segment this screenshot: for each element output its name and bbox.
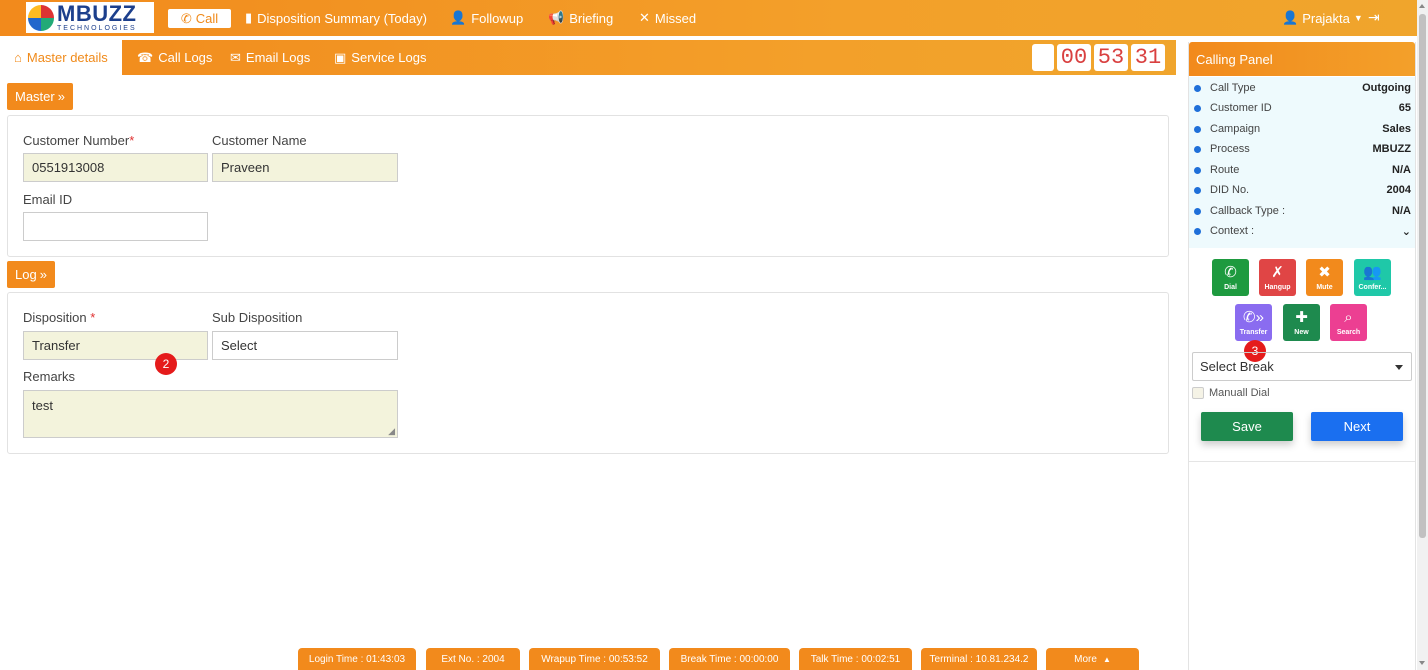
logo-subtitle: TECHNOLOGIES (57, 25, 137, 32)
tab-email-logs[interactable]: ✉ Email Logs (230, 40, 310, 75)
master-section-toggle[interactable]: Master » (7, 83, 73, 110)
user-name: Prajakta (1302, 10, 1350, 26)
clipboard-icon: ▮ (245, 10, 253, 25)
brand-logo[interactable]: MBUZZ TECHNOLOGIES (26, 2, 154, 33)
call-info-row: Route N/A (1189, 160, 1415, 180)
caret-down-icon (1395, 365, 1403, 370)
more-button[interactable]: More ▲ (1046, 648, 1139, 670)
user-plus-icon: 👤 (450, 10, 467, 25)
customer-number-label: Customer Number* (23, 133, 135, 148)
hangup-button[interactable]: ✗ Hangup (1259, 259, 1296, 296)
remarks-textarea[interactable]: test ◢ (23, 390, 398, 438)
save-button[interactable]: Save (1201, 412, 1293, 441)
dial-button[interactable]: ✆ Dial (1212, 259, 1249, 296)
timer-minutes: 00 (1057, 44, 1091, 71)
chevron-down-icon[interactable]: ⌄ (1402, 225, 1411, 238)
disposition-select[interactable]: Transfer (23, 331, 208, 360)
double-chevron-right-icon: » (57, 89, 65, 104)
tab-service-logs[interactable]: ▣ Service Logs (334, 40, 426, 75)
phone-volume-icon: ✆ (180, 10, 192, 26)
user-menu[interactable]: 👤 Prajakta ▼ (1282, 10, 1363, 26)
caret-up-icon: ▲ (1102, 654, 1111, 664)
call-info-list: Call Type Outgoing Customer ID 65 Campaign… (1189, 77, 1415, 248)
customer-name-label: Customer Name (212, 133, 307, 148)
status-terminal: Terminal : 10.81.234.2 (921, 648, 1037, 670)
remarks-label: Remarks (23, 369, 76, 384)
call-info-row: Customer ID 65 (1189, 98, 1415, 118)
logo-name: MBUZZ (57, 1, 137, 26)
nav-followup[interactable]: 👤 Followup (450, 10, 523, 26)
home-icon: ⌂ (14, 50, 22, 65)
call-info-row: Callback Type : N/A (1189, 201, 1415, 221)
timer-seconds-2: 31 (1131, 44, 1165, 71)
new-button[interactable]: ✚ New (1283, 304, 1320, 341)
customer-name-field[interactable]: Praveen (212, 153, 398, 182)
tab-call-logs[interactable]: ☎ Call Logs (137, 40, 212, 75)
megaphone-icon: 📢 (548, 10, 565, 25)
status-ext-no: Ext No. : 2004 (426, 648, 520, 670)
globe-logo-icon (28, 4, 54, 31)
manual-dial-label: Manuall Dial (1209, 387, 1270, 399)
user-icon: 👤 (1282, 10, 1299, 25)
phone-square-icon: ☎ (137, 49, 154, 65)
sub-disposition-select[interactable]: Select (212, 331, 398, 360)
next-button[interactable]: Next (1311, 412, 1403, 441)
call-info-row: DID No. 2004 (1189, 180, 1415, 200)
timer-seconds: 53 (1094, 44, 1128, 71)
email-field[interactable] (23, 212, 208, 241)
search-button[interactable]: ⌕ Search (1330, 304, 1367, 341)
step-badge-2: 2 (155, 353, 177, 375)
call-button[interactable]: ✆ Call (168, 9, 231, 28)
nav-missed[interactable]: ✕ Missed (639, 10, 696, 26)
caret-down-icon: ▼ (1353, 13, 1363, 23)
double-chevron-right-icon: » (39, 267, 47, 282)
status-talk-time: Talk Time : 00:02:51 (799, 648, 912, 670)
sub-disposition-label: Sub Disposition (212, 310, 303, 325)
conference-button[interactable]: 👥 Confer... (1354, 259, 1391, 296)
scroll-down-arrow-icon[interactable] (1419, 661, 1425, 665)
tab-bar: ⌂ Master details ☎ Call Logs ✉ Email Log… (0, 40, 1176, 75)
timer-hours (1032, 44, 1054, 71)
plus-icon: ✚ (1295, 308, 1308, 326)
nav-briefing[interactable]: 📢 Briefing (548, 10, 613, 26)
resize-handle-icon[interactable]: ◢ (388, 426, 395, 437)
scrollbar-thumb[interactable] (1419, 14, 1426, 538)
tab-master-details[interactable]: ⌂ Master details (0, 40, 122, 75)
manual-dial-checkbox[interactable] (1192, 387, 1204, 399)
divider (1189, 461, 1415, 462)
email-label: Email ID (23, 192, 73, 207)
call-label: Call (195, 11, 219, 26)
conference-icon: 👥 (1363, 263, 1382, 281)
call-info-row: Process MBUZZ (1189, 139, 1415, 159)
status-login-time: Login Time : 01:43:03 (298, 648, 416, 670)
transfer-icon: ✆» (1243, 308, 1264, 326)
service-icon: ▣ (334, 49, 347, 65)
call-timer: 00 53 31 (1032, 44, 1165, 71)
call-info-row: Call Type Outgoing (1189, 78, 1415, 98)
status-wrapup-time: Wrapup Time : 00:53:52 (529, 648, 660, 670)
status-break-time: Break Time : 00:00:00 (669, 648, 790, 670)
call-info-row: Campaign Sales (1189, 119, 1415, 139)
nav-disposition-summary[interactable]: ▮ Disposition Summary (Today) (245, 10, 427, 26)
calling-panel-title: Calling Panel (1189, 42, 1415, 76)
mute-icon: ✖ (1318, 263, 1331, 281)
customer-number-field[interactable]: 0551913008 (23, 153, 208, 182)
phone-icon: ✆ (1224, 263, 1237, 281)
scroll-up-arrow-icon[interactable] (1419, 4, 1425, 8)
transfer-button[interactable]: ✆» Transfer (1235, 304, 1272, 341)
hangup-icon: ✗ (1271, 263, 1284, 281)
logout-icon[interactable]: ⇥ (1368, 9, 1380, 26)
disposition-label: Disposition * (23, 310, 96, 325)
search-icon: ⌕ (1344, 308, 1353, 326)
context-row[interactable]: Context : ⌄ (1189, 221, 1415, 241)
select-break-dropdown[interactable]: Select Break (1192, 352, 1412, 381)
missed-call-icon: ✕ (639, 10, 650, 25)
log-section-toggle[interactable]: Log » (7, 261, 55, 288)
mute-button[interactable]: ✖ Mute (1306, 259, 1343, 296)
envelope-icon: ✉ (230, 49, 241, 65)
